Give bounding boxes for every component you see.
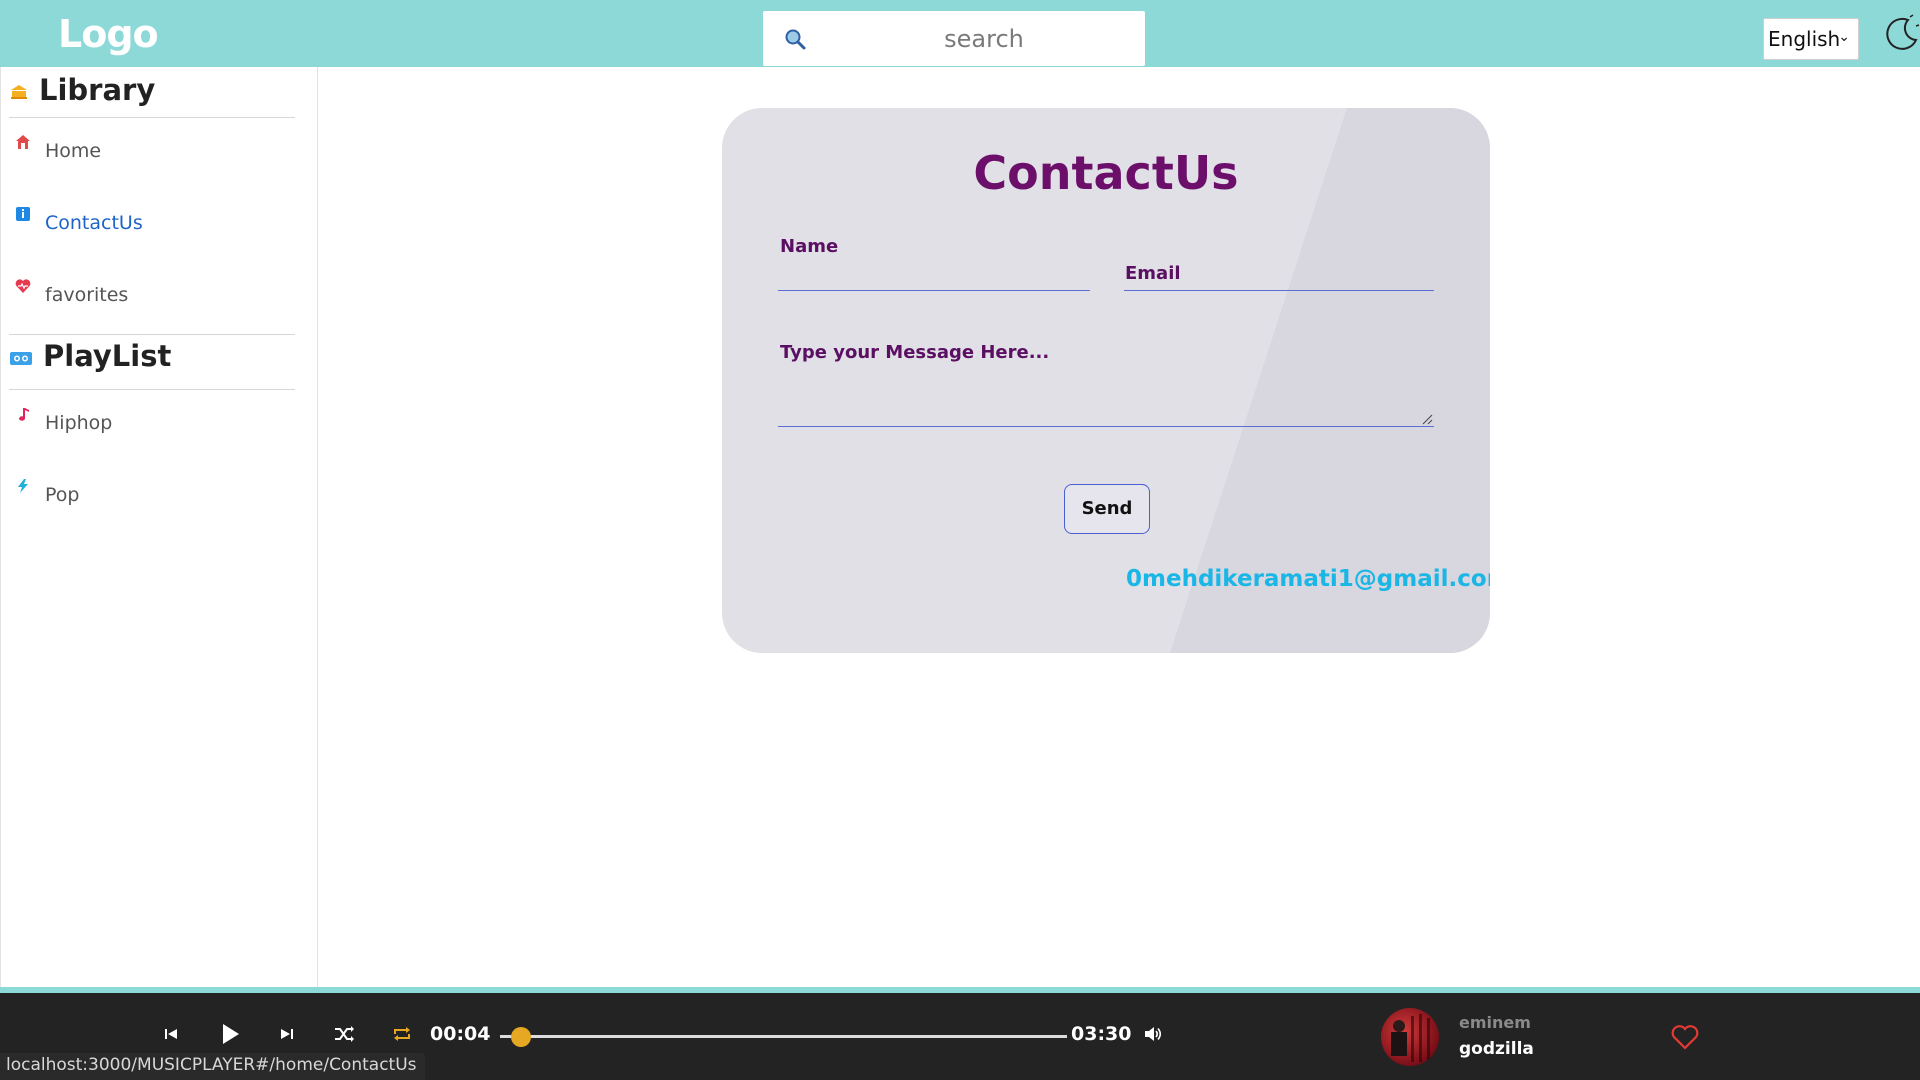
- sidebar: Library Home ContactUs favorites PlayLis…: [0, 67, 318, 987]
- album-cover: [1381, 1008, 1439, 1066]
- playlist-heading: PlayList: [9, 339, 171, 373]
- divider: [9, 334, 295, 335]
- contact-card: ContactUs Name Email Type your Message H…: [722, 108, 1490, 653]
- language-value: English: [1768, 27, 1841, 51]
- info-icon: [16, 207, 30, 221]
- next-track-icon[interactable]: [276, 1023, 298, 1045]
- play-icon[interactable]: [217, 1021, 243, 1047]
- artist-name: eminem: [1459, 1013, 1531, 1032]
- lightning-icon: [18, 479, 28, 493]
- repeat-icon[interactable]: [391, 1023, 413, 1045]
- total-time: 03:30: [1071, 1023, 1132, 1045]
- search-bar[interactable]: search: [763, 11, 1145, 66]
- song-title: godzilla: [1459, 1039, 1534, 1059]
- progress-knob[interactable]: [510, 1027, 531, 1047]
- message-label: Type your Message Here...: [780, 342, 1050, 363]
- send-button[interactable]: Send: [1064, 484, 1150, 534]
- language-select[interactable]: English ⌄: [1763, 18, 1859, 60]
- library-title: Library: [39, 73, 156, 107]
- divider: [9, 389, 295, 390]
- album-art-image: [1391, 1014, 1430, 1062]
- library-building-icon: [11, 85, 27, 99]
- search-input[interactable]: search: [843, 25, 1125, 53]
- status-bar-url: localhost:3000/MUSICPLAYER#/home/Contact…: [0, 1053, 425, 1080]
- search-icon: [785, 29, 806, 50]
- sidebar-item-label: ContactUs: [45, 212, 143, 234]
- name-field[interactable]: [778, 290, 1090, 291]
- heart-icon: [15, 279, 31, 293]
- resize-handle-icon[interactable]: [1421, 413, 1433, 425]
- volume-icon[interactable]: [1142, 1023, 1164, 1045]
- top-header: Logo search English ⌄: [0, 0, 1920, 67]
- message-textarea[interactable]: [778, 426, 1434, 427]
- name-label: Name: [780, 236, 839, 257]
- music-note-icon: [19, 408, 29, 421]
- home-icon: [16, 135, 30, 149]
- current-time: 00:04: [430, 1023, 491, 1045]
- contact-email-link[interactable]: 0mehdikeramati1@gmail.com: [1126, 566, 1490, 592]
- dark-mode-moon-icon[interactable]: [1880, 14, 1920, 54]
- sidebar-item-label: Pop: [45, 484, 80, 506]
- favorite-heart-icon[interactable]: [1670, 1023, 1700, 1051]
- chevron-down-icon: ⌄: [1838, 29, 1850, 45]
- sidebar-item-label: favorites: [45, 284, 129, 306]
- playlist-title: PlayList: [43, 339, 172, 373]
- page-title: ContactUs: [973, 146, 1239, 200]
- playlist-tape-icon: [10, 352, 32, 365]
- sidebar-item-label: Home: [45, 140, 102, 162]
- previous-track-icon[interactable]: [160, 1023, 182, 1045]
- sidebar-item-label: Hiphop: [45, 412, 113, 434]
- email-label: Email: [1125, 263, 1181, 284]
- email-field[interactable]: [1124, 290, 1434, 291]
- shuffle-icon[interactable]: [333, 1023, 355, 1045]
- divider: [9, 117, 295, 118]
- progress-track[interactable]: [500, 1035, 1067, 1038]
- logo[interactable]: Logo: [58, 12, 159, 56]
- library-heading: Library: [9, 73, 155, 107]
